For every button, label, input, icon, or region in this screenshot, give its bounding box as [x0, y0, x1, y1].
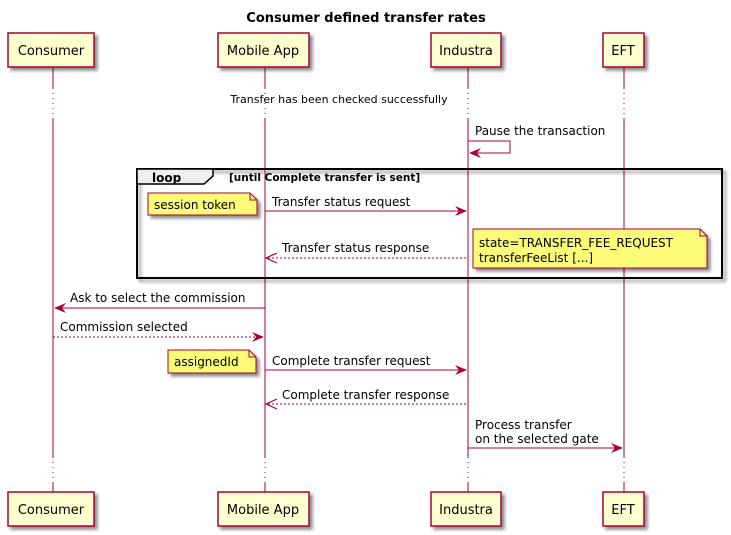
message-label-line-2: on the selected gate: [475, 432, 599, 446]
participant-eft-top[interactable]: EFT: [602, 32, 645, 68]
message-complete-transfer-response: Complete transfer response: [264, 388, 468, 410]
participant-label: Mobile App: [227, 503, 299, 518]
participant-label: Consumer: [18, 44, 85, 59]
participant-industra-bottom[interactable]: Industra: [430, 491, 502, 527]
message-label: Pause the transaction: [475, 124, 605, 138]
message-label: Transfer status request: [271, 195, 411, 209]
diagram-title: Consumer defined transfer rates: [246, 11, 486, 26]
message-label: Commission selected: [60, 320, 188, 334]
message-ask-select-commission: Ask to select the commission: [54, 291, 265, 313]
participant-label: EFT: [611, 503, 634, 518]
message-label: Complete transfer request: [272, 354, 431, 368]
note-text: assignedId: [174, 355, 239, 369]
message-process-transfer: Process transfer on the selected gate: [468, 418, 623, 453]
divider-label: Transfer has been checked successfully: [229, 93, 448, 106]
sequence-diagram: Consumer defined transfer rates Consumer…: [7, 11, 723, 527]
message-label-line-1: Process transfer: [475, 418, 572, 432]
loop-keyword: loop: [152, 171, 182, 185]
participant-consumer-top[interactable]: Consumer: [7, 32, 95, 68]
message-label: Complete transfer response: [282, 388, 449, 402]
message-commission-selected: Commission selected: [53, 320, 264, 342]
message-pause-transaction: Pause the transaction: [468, 124, 605, 158]
note-text-line-1: state=TRANSFER_FEE_REQUEST: [479, 236, 674, 250]
note-assigned-id: assignedId: [167, 349, 257, 374]
participant-eft-bottom[interactable]: EFT: [602, 491, 645, 527]
message-transfer-status-request: Transfer status request: [265, 195, 467, 216]
note-transfer-fee-request: state=TRANSFER_FEE_REQUEST transferFeeLi…: [472, 228, 708, 269]
participant-label: EFT: [611, 44, 634, 59]
participant-label: Consumer: [18, 503, 85, 518]
participant-industra-top[interactable]: Industra: [430, 32, 502, 68]
note-session-token: session token: [147, 192, 258, 216]
note-text-line-2: transferFeeList [...]: [479, 251, 593, 265]
participant-consumer-bottom[interactable]: Consumer: [7, 491, 95, 527]
participant-label: Mobile App: [227, 44, 299, 59]
participant-mobile-app-bottom[interactable]: Mobile App: [217, 491, 310, 527]
participant-mobile-app-top[interactable]: Mobile App: [217, 32, 310, 68]
loop-condition: [until Complete transfer is sent]: [229, 172, 420, 184]
note-text: session token: [154, 198, 236, 212]
message-transfer-status-response: Transfer status response: [264, 241, 468, 264]
participant-label: Industra: [439, 44, 493, 59]
message-label: Transfer status response: [281, 241, 429, 255]
participant-label: Industra: [439, 503, 493, 518]
message-complete-transfer-request: Complete transfer request: [265, 354, 467, 375]
message-label: Ask to select the commission: [70, 291, 246, 305]
